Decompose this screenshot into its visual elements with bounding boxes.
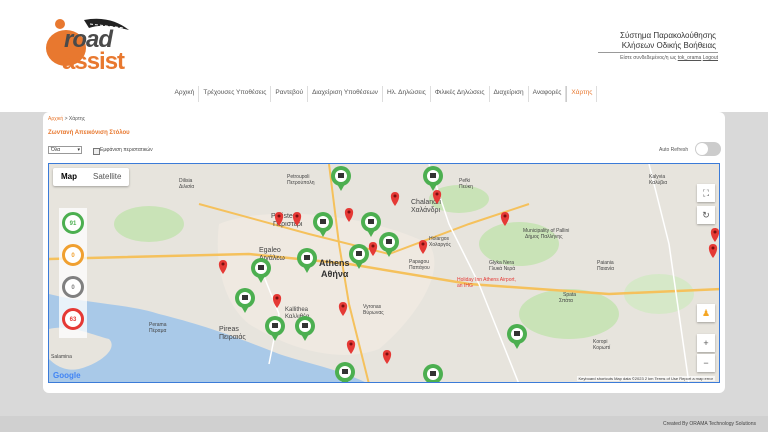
- vehicle-marker[interactable]: [335, 362, 355, 383]
- map-attribution[interactable]: Keyboard shortcuts Map data ©2023 2 km T…: [576, 376, 715, 381]
- status-filter-select[interactable]: Όλα: [48, 146, 82, 154]
- logout-link[interactable]: Logout: [703, 55, 718, 61]
- show-incidents-label: Εμφάνιση περιστατικών: [100, 147, 153, 153]
- nav-appointments[interactable]: Ραντεβού: [271, 86, 309, 102]
- status-legend: 91 0 0 63: [59, 208, 87, 338]
- legend-incidents-count[interactable]: 63: [62, 308, 84, 330]
- nav-map[interactable]: Χάρτης: [566, 86, 598, 102]
- vehicle-marker[interactable]: [235, 288, 255, 313]
- show-incidents-checkbox[interactable]: [93, 148, 100, 155]
- vehicle-marker[interactable]: [423, 166, 443, 191]
- zoom-out-button[interactable]: −: [697, 354, 715, 372]
- vehicle-marker[interactable]: [331, 166, 351, 191]
- system-title: Σύστημα Παρακολούθησης Κλήσεων Οδικής Βο…: [516, 31, 716, 51]
- vehicle-marker[interactable]: [251, 258, 271, 283]
- vehicle-marker[interactable]: [349, 244, 369, 269]
- incident-marker[interactable]: [368, 242, 378, 256]
- header: road assist Σύστημα Παρακολούθησης Κλήσε…: [0, 0, 768, 112]
- fullscreen-icon[interactable]: ⛶: [697, 184, 715, 202]
- login-text: Είστε συνδεδεμένος/η ως: [620, 55, 677, 61]
- google-logo: Google: [53, 371, 81, 380]
- map-type-map-button[interactable]: Map: [53, 168, 85, 186]
- footer: Created By ORAMA Technology Solutions: [0, 416, 768, 432]
- nav-e-declarations[interactable]: Ηλ. Δηλώσεις: [383, 86, 431, 102]
- breadcrumb: Αρχική > Χάρτης: [48, 116, 85, 122]
- nav-current-cases[interactable]: Τρέχουσες Υποθέσεις: [199, 86, 272, 102]
- legend-available-count[interactable]: 91: [62, 212, 84, 234]
- auto-refresh-label: Auto Refresh: [659, 147, 689, 153]
- logo-text-assist: assist: [62, 48, 125, 75]
- incident-marker[interactable]: [500, 212, 510, 226]
- nav-home[interactable]: Αρχική: [171, 86, 200, 102]
- vehicle-marker[interactable]: [379, 232, 399, 257]
- vehicle-marker[interactable]: [361, 212, 381, 237]
- map-type-satellite-button[interactable]: Satellite: [85, 168, 129, 186]
- incident-marker[interactable]: [708, 244, 718, 258]
- login-user[interactable]: tok_orama: [678, 55, 702, 61]
- incident-marker[interactable]: [710, 228, 719, 242]
- system-title-line1: Σύστημα Παρακολούθησης: [620, 31, 716, 40]
- nav-reports[interactable]: Αναφορές: [529, 86, 567, 102]
- breadcrumb-current: Χάρτης: [68, 116, 86, 122]
- page-title: Ζωντανή Απεικόνιση Στόλου: [48, 130, 130, 136]
- incident-marker[interactable]: [432, 190, 442, 204]
- fleet-map[interactable]: Athens Αθήνα Peristeri Περιστέρι Chaland…: [48, 163, 720, 383]
- incident-marker[interactable]: [418, 240, 428, 254]
- vehicle-marker[interactable]: [507, 324, 527, 349]
- incident-marker[interactable]: [346, 340, 356, 354]
- street-view-pegman-icon[interactable]: ♟: [697, 304, 715, 322]
- vehicle-markers: [218, 166, 719, 383]
- incident-marker[interactable]: [274, 212, 284, 226]
- vehicle-marker[interactable]: [423, 364, 443, 383]
- incident-marker[interactable]: [272, 294, 282, 308]
- main-nav: Αρχική Τρέχουσες Υποθέσεις Ραντεβού Διαχ…: [0, 86, 768, 102]
- login-info: Είστε συνδεδεμένος/η ως tok_orama Logout: [598, 52, 718, 61]
- incident-marker[interactable]: [292, 212, 302, 226]
- nav-administration[interactable]: Διαχείριση: [490, 86, 529, 102]
- map-type-control: Map Satellite: [53, 168, 130, 186]
- nav-friendly-declarations[interactable]: Φιλικές Δηλώσεις: [431, 86, 490, 102]
- vehicle-marker[interactable]: [265, 316, 285, 341]
- incident-marker[interactable]: [218, 260, 228, 274]
- incident-marker[interactable]: [390, 192, 400, 206]
- breadcrumb-sep: >: [64, 116, 68, 122]
- incident-marker[interactable]: [382, 350, 392, 364]
- incident-marker[interactable]: [344, 208, 354, 222]
- incident-marker[interactable]: [338, 302, 348, 316]
- legend-busy-count[interactable]: 0: [62, 244, 84, 266]
- refresh-icon[interactable]: ↻: [697, 206, 715, 224]
- system-title-line2: Κλήσεων Οδικής Βοήθειας: [621, 41, 716, 50]
- nav-case-management[interactable]: Διαχείριση Υποθέσεων: [308, 86, 383, 102]
- legend-offline-count[interactable]: 0: [62, 276, 84, 298]
- vehicle-marker[interactable]: [295, 316, 315, 341]
- vehicle-marker[interactable]: [313, 212, 333, 237]
- breadcrumb-home[interactable]: Αρχική: [48, 116, 63, 122]
- zoom-in-button[interactable]: +: [697, 334, 715, 352]
- vehicle-marker[interactable]: [297, 248, 317, 273]
- footer-credit: Created By ORAMA Technology Solutions: [662, 421, 756, 427]
- auto-refresh-toggle[interactable]: [695, 142, 721, 156]
